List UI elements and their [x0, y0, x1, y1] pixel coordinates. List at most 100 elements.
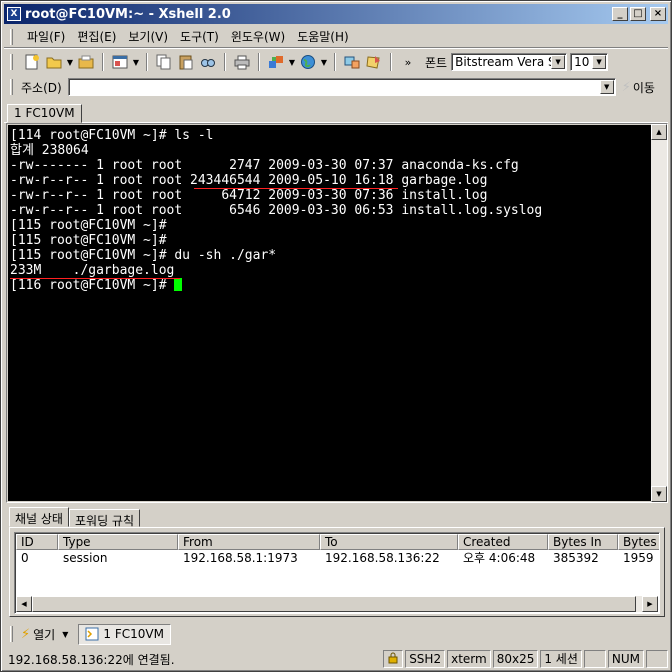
status-empty	[583, 650, 606, 668]
title-bar[interactable]: X root@FC10VM:~ - Xshell 2.0 _ □ ×	[4, 4, 668, 24]
cell-bytes-out: 1959	[623, 551, 654, 565]
toolbar-separator	[390, 53, 392, 71]
terminal-line: -rw-r--r-- 1 root root 6546 2009-03-30 0…	[10, 203, 543, 218]
address-bar: 주소(D) ▼ ⚡ 이동	[4, 76, 668, 98]
terminal-cursor	[174, 278, 183, 291]
channel-list[interactable]: ID Type From To Created Bytes In Bytes C…	[14, 532, 660, 614]
lightning-icon: ⚡	[621, 79, 631, 95]
terminal-scrollbar[interactable]: ▲ ▼	[651, 124, 667, 502]
column-to[interactable]: To	[320, 534, 458, 550]
status-sessions: 1 세션	[540, 650, 582, 668]
open-dropdown-icon[interactable]: ▼	[65, 58, 75, 67]
toolbar-separator	[146, 53, 148, 71]
tab-channel-status[interactable]: 채널 상태	[9, 507, 69, 527]
taskbar-grip[interactable]	[10, 626, 13, 642]
script-icon[interactable]	[363, 51, 385, 73]
column-from[interactable]: From	[178, 534, 320, 550]
go-button[interactable]: ⚡ 이동	[622, 79, 655, 96]
new-session-icon[interactable]	[21, 51, 43, 73]
folder-icon[interactable]	[75, 51, 97, 73]
lock-icon	[383, 650, 404, 668]
properties-icon[interactable]	[109, 51, 131, 73]
terminal-line: -rw------- 1 root root 2747 2009-03-30 0…	[10, 158, 519, 173]
session-task-button[interactable]: 1 FC10VM	[78, 623, 171, 645]
toolbar-separator	[224, 53, 226, 71]
highlight-underline	[10, 278, 180, 279]
chevron-down-icon[interactable]: ▼	[551, 55, 566, 69]
menu-help[interactable]: 도움말(H)	[291, 26, 355, 47]
scroll-right-button[interactable]: ▶	[642, 596, 658, 612]
status-size: 80x25	[492, 650, 539, 668]
session-tab-strip: 1 FC10VM	[4, 102, 668, 123]
globe-icon[interactable]	[297, 51, 319, 73]
address-input[interactable]: ▼	[67, 78, 616, 96]
chevron-down-icon[interactable]: ▼	[62, 630, 68, 639]
open-button[interactable]: ⚡ 열기 ▼	[21, 626, 68, 643]
globe-dropdown-icon[interactable]: ▼	[319, 58, 329, 67]
transfer-icon[interactable]	[265, 51, 287, 73]
menu-file[interactable]: 파일(F)	[21, 26, 71, 47]
status-term: xterm	[447, 650, 491, 668]
copy-icon[interactable]	[153, 51, 175, 73]
print-icon[interactable]	[231, 51, 253, 73]
paste-icon[interactable]	[175, 51, 197, 73]
terminal-line: 합계 238064	[10, 143, 89, 158]
menubar-grip[interactable]	[10, 28, 13, 45]
lightning-icon: ⚡	[21, 626, 31, 642]
menu-tools[interactable]: 도구(T)	[174, 26, 225, 47]
menu-view[interactable]: 보기(V)	[122, 26, 174, 47]
minimize-button[interactable]: _	[612, 7, 628, 21]
column-bytes-in[interactable]: Bytes In	[548, 534, 618, 550]
close-button[interactable]: ×	[650, 7, 666, 21]
open-label: 열기	[33, 627, 56, 642]
terminal-frame: [114 root@FC10VM ~]# ls -l 합계 238064 -rw…	[6, 123, 668, 503]
panel-tabs: 채널 상태 포워딩 규칙	[9, 507, 140, 528]
terminal-line: [115 root@FC10VM ~]#	[10, 233, 167, 248]
maximize-button[interactable]: □	[630, 7, 646, 21]
tab-forwarding-rules[interactable]: 포워딩 규칙	[68, 509, 140, 528]
xshell-app-icon[interactable]: X	[7, 7, 21, 21]
highlight-underline	[194, 188, 398, 189]
menu-bar: 파일(F) 편집(E) 보기(V) 도구(T) 윈도우(W) 도움말(H)	[4, 26, 668, 48]
list-horizontal-scrollbar[interactable]: ◀ ▶	[16, 596, 658, 612]
column-type[interactable]: Type	[58, 534, 178, 550]
scroll-left-button[interactable]: ◀	[16, 596, 32, 612]
chevron-down-icon[interactable]: ▼	[592, 55, 607, 69]
status-bar: 192.168.58.136:22에 연결됨. SSH2 xterm 80x25…	[4, 649, 668, 669]
terminal-line: -rw-r--r-- 1 root root 243446544 2009-05…	[10, 173, 488, 188]
network-icon[interactable]	[341, 51, 363, 73]
find-icon[interactable]	[197, 51, 219, 73]
status-empty	[646, 650, 668, 668]
column-id[interactable]: ID	[16, 534, 58, 550]
scroll-up-button[interactable]: ▲	[651, 124, 667, 140]
table-row[interactable]: 0 session 192.168.58.1:1973 192.168.58.1…	[16, 551, 659, 567]
toolbar-grip[interactable]	[10, 54, 13, 70]
cell-to: 192.168.58.136:22	[325, 551, 440, 565]
font-family-select[interactable]: Bitstream Vera S: ▼	[451, 53, 568, 71]
more-icon[interactable]: »	[397, 51, 419, 73]
scroll-down-button[interactable]: ▼	[651, 486, 667, 502]
status-num: NUM	[607, 650, 644, 668]
font-size-select[interactable]: 10 ▼	[570, 53, 609, 71]
menu-edit[interactable]: 편집(E)	[71, 26, 122, 47]
transfer-dropdown-icon[interactable]: ▼	[287, 58, 297, 67]
font-family-value: Bitstream Vera S:	[455, 55, 560, 69]
open-folder-icon[interactable]	[43, 51, 65, 73]
terminal-line: [115 root@FC10VM ~]#	[10, 218, 167, 233]
toolbar-separator	[258, 53, 260, 71]
column-bytes-out[interactable]: Bytes C	[618, 534, 659, 550]
session-taskbar: ⚡ 열기 ▼ 1 FC10VM	[4, 621, 668, 647]
properties-dropdown-icon[interactable]: ▼	[131, 58, 141, 67]
session-task-label: 1 FC10VM	[103, 627, 164, 641]
addressbar-grip[interactable]	[10, 79, 13, 95]
address-label: 주소(D)	[21, 80, 62, 95]
menu-window[interactable]: 윈도우(W)	[225, 26, 291, 47]
terminal-session-icon	[85, 627, 99, 641]
terminal-line: [115 root@FC10VM ~]# du -sh ./gar*	[10, 248, 277, 263]
column-created[interactable]: Created	[458, 534, 548, 550]
scrollbar-thumb[interactable]	[32, 596, 636, 612]
status-message: 192.168.58.136:22에 연결됨.	[8, 652, 175, 667]
tab-session-fc10vm[interactable]: 1 FC10VM	[7, 104, 82, 123]
chevron-down-icon[interactable]: ▼	[599, 80, 614, 94]
terminal-screen[interactable]: [114 root@FC10VM ~]# ls -l 합계 238064 -rw…	[8, 125, 651, 501]
